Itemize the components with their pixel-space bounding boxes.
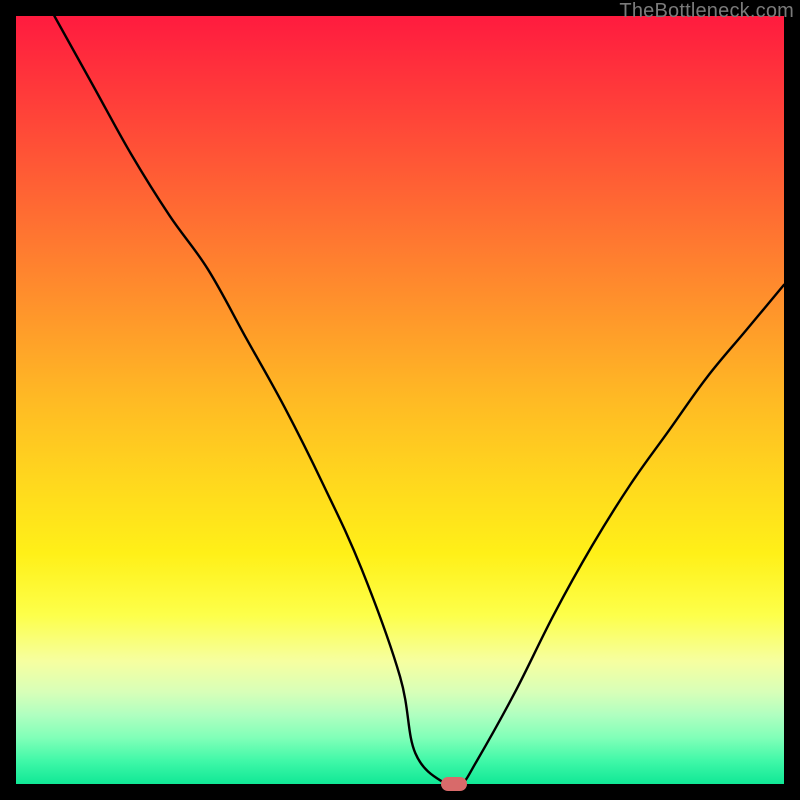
watermark-text: TheBottleneck.com: [619, 0, 794, 23]
optimal-point-marker: [441, 777, 467, 791]
bottleneck-curve: [16, 16, 784, 784]
chart-plot-area: [16, 16, 784, 784]
chart-frame: TheBottleneck.com: [0, 0, 800, 800]
